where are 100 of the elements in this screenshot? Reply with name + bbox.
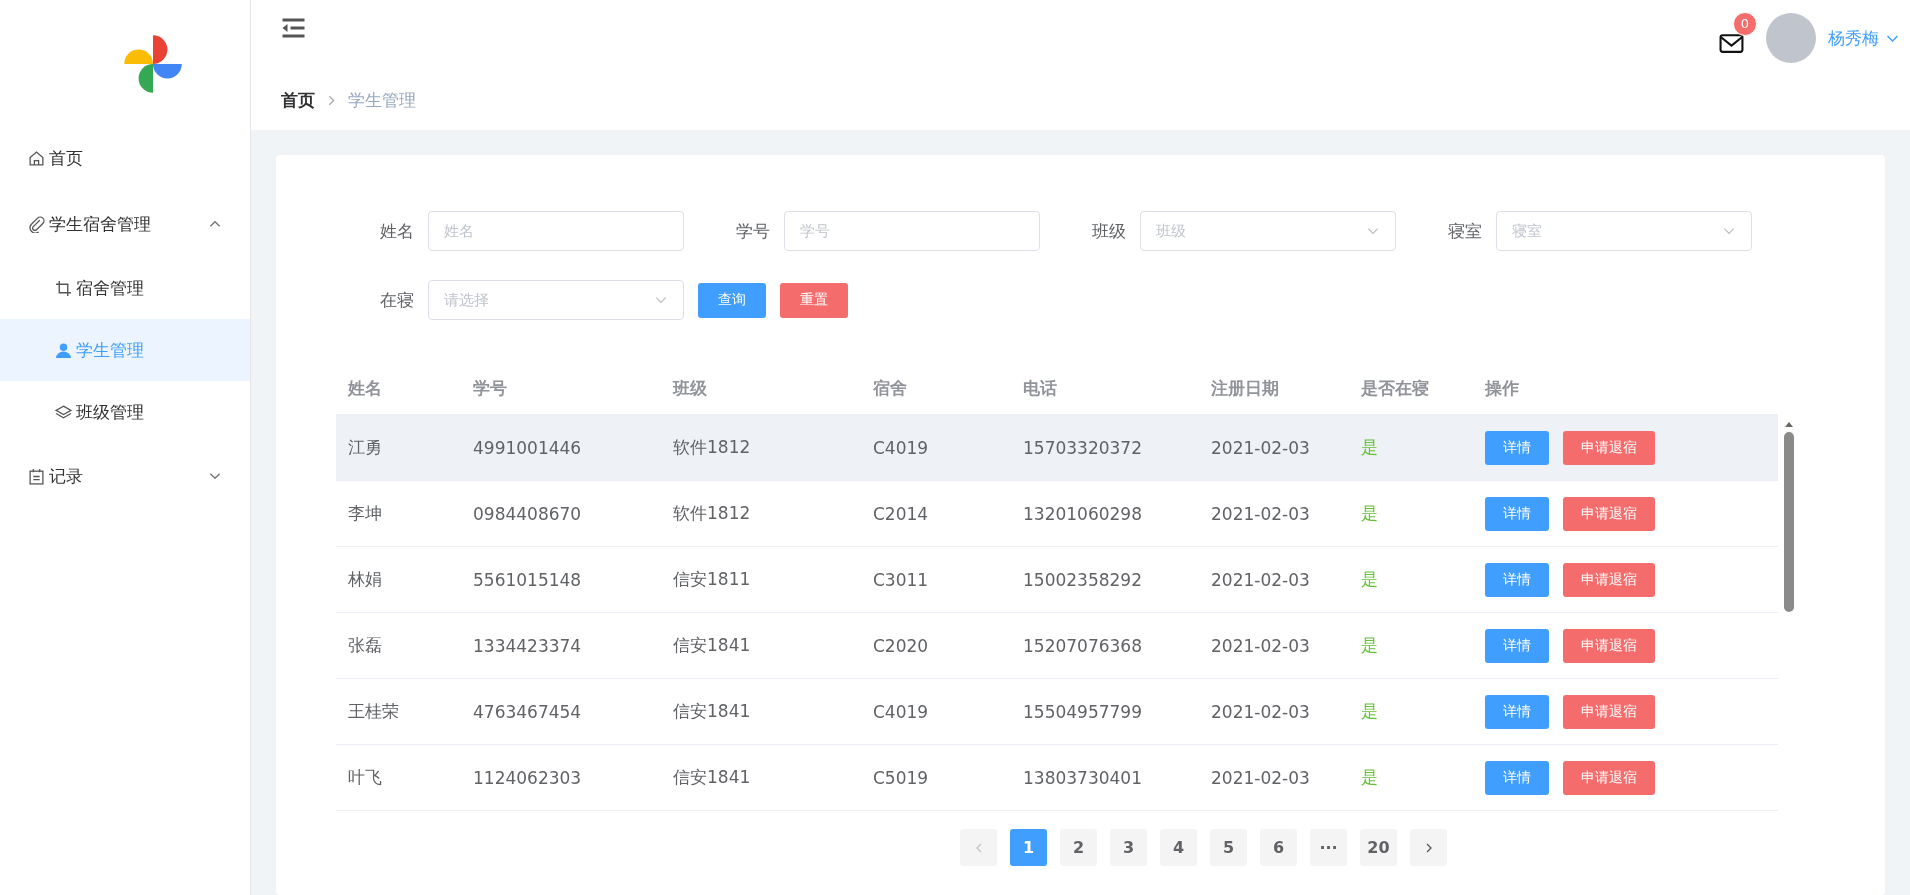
details-button[interactable]: 详情 <box>1485 760 1549 795</box>
column-header: 学号 <box>472 376 508 400</box>
menu-item[interactable]: 学生管理 <box>0 319 250 381</box>
calendar-icon <box>28 467 45 485</box>
page-button[interactable]: 3 <box>1110 829 1147 866</box>
table-cell-text: C5019 <box>872 767 930 788</box>
table-cell-text: 4991001446 <box>472 437 583 458</box>
breadcrumb-item: 学生管理 <box>348 88 416 112</box>
table-row[interactable]: 林娟 5561015148 信安1811 C3011 15002358292 2021-02-03 是 详情 申请退宿 <box>336 547 1778 613</box>
table-cell-text: 林娟 <box>347 568 383 591</box>
table-cell-text: 张磊 <box>347 634 383 657</box>
notification-badge: 0 <box>1733 11 1757 36</box>
table-cell-text: 4763467454 <box>472 701 583 722</box>
table-cell-text: 是 <box>1360 436 1379 459</box>
user-menu[interactable]: 杨秀梅 <box>1828 26 1879 50</box>
column-header: 姓名 <box>346 376 383 400</box>
column-header: 宿舍 <box>872 376 908 400</box>
table-cell-text: 李坤 <box>347 502 383 525</box>
breadcrumb-item[interactable]: 首页 <box>281 88 315 112</box>
table-cell-text: 是 <box>1360 700 1379 723</box>
field-label: 姓名 <box>379 219 415 243</box>
details-button[interactable]: 详情 <box>1485 628 1549 663</box>
details-button[interactable]: 详情 <box>1485 430 1549 465</box>
table-cell-text: 2021-02-03 <box>1210 569 1311 590</box>
table-cell-text: 信安1841 <box>672 766 752 789</box>
menu-item[interactable]: 记录 <box>0 443 250 509</box>
checkout-button[interactable]: 申请退宿 <box>1563 760 1655 795</box>
table-cell-text: 软件1812 <box>672 502 752 525</box>
field-label: 在寝 <box>379 288 415 312</box>
table-cell-text: 2021-02-03 <box>1210 503 1311 524</box>
checkout-button[interactable]: 申请退宿 <box>1563 430 1655 465</box>
table-cell-text: 15207076368 <box>1022 635 1143 656</box>
page-button[interactable]: 2 <box>1060 829 1097 866</box>
table-cell-text: 1124062303 <box>472 767 583 788</box>
table-cell-text: 信安1811 <box>672 568 752 591</box>
scroll-up-icon[interactable] <box>1784 420 1794 428</box>
table-cell-text: C4019 <box>872 701 930 722</box>
table-row[interactable]: 张磊 1334423374 信安1841 C2020 15207076368 2021-02-03 是 详情 申请退宿 <box>336 613 1778 679</box>
table-cell-text: 15703320372 <box>1022 437 1143 458</box>
checkout-button[interactable]: 申请退宿 <box>1563 694 1655 729</box>
table-row[interactable]: 江勇 4991001446 软件1812 C4019 15703320372 2021-02-03 是 详情 申请退宿 <box>336 414 1778 481</box>
select-field[interactable]: 请选择 <box>428 280 684 320</box>
table-cell-text: 2021-02-03 <box>1210 767 1311 788</box>
table-cell-text: 2021-02-03 <box>1210 701 1311 722</box>
table-cell-text: 5561015148 <box>472 569 583 590</box>
page-button[interactable]: 20 <box>1360 829 1397 866</box>
layers-icon <box>55 403 72 421</box>
table-cell-text: 信安1841 <box>672 700 752 723</box>
user-icon <box>55 341 72 359</box>
field-label: 学号 <box>735 219 771 243</box>
menu-item[interactable]: 宿舍管理 <box>0 257 250 319</box>
checkout-button[interactable]: 申请退宿 <box>1563 496 1655 531</box>
page-button[interactable]: 1 <box>1010 829 1047 866</box>
page-button[interactable]: 5 <box>1210 829 1247 866</box>
page-button[interactable]: ··· <box>1310 829 1347 866</box>
menu-item[interactable]: 首页 <box>0 125 250 191</box>
table-cell-text: 叶飞 <box>347 766 383 789</box>
table-cell-text: 是 <box>1360 502 1379 525</box>
field-label: 寝室 <box>1447 219 1483 243</box>
field-label: 班级 <box>1091 219 1127 243</box>
table-cell-text: C4019 <box>872 437 930 458</box>
column-header: 班级 <box>671 376 708 400</box>
paperclip-icon <box>28 215 45 233</box>
column-header: 是否在寝 <box>1360 376 1430 400</box>
table-cell-text: 2021-02-03 <box>1210 437 1311 458</box>
table-cell-text: 13201060298 <box>1022 503 1143 524</box>
page-button[interactable]: 4 <box>1160 829 1197 866</box>
table-cell-text: C2014 <box>872 503 930 524</box>
mail-icon[interactable] <box>1719 32 1744 54</box>
table-cell-text: 13803730401 <box>1022 767 1143 788</box>
reset-button[interactable]: 重置 <box>780 282 848 318</box>
page-button[interactable]: 6 <box>1260 829 1297 866</box>
table-cell-text: C2020 <box>872 635 930 656</box>
input-field[interactable]: 学号 <box>784 211 1040 251</box>
table-row[interactable]: 李坤 0984408670 软件1812 C2014 13201060298 2021-02-03 是 详情 申请退宿 <box>336 481 1778 547</box>
select-field[interactable]: 寝室 <box>1496 211 1752 251</box>
table-cell-text: 是 <box>1360 766 1379 789</box>
table-cell-text: 软件1812 <box>672 436 752 459</box>
table-cell-text: 是 <box>1360 634 1379 657</box>
table-cell-text: 江勇 <box>347 436 383 459</box>
column-header: 注册日期 <box>1210 376 1280 400</box>
table-row[interactable]: 叶飞 1124062303 信安1841 C5019 13803730401 2021-02-03 是 详情 申请退宿 <box>336 745 1778 811</box>
checkout-button[interactable]: 申请退宿 <box>1563 562 1655 597</box>
select-field[interactable]: 班级 <box>1140 211 1396 251</box>
menu-toggle-icon[interactable] <box>281 18 306 38</box>
column-header: 操作 <box>1483 376 1520 400</box>
checkout-button[interactable]: 申请退宿 <box>1563 628 1655 663</box>
details-button[interactable]: 详情 <box>1485 496 1549 531</box>
table-cell-text: C3011 <box>872 569 930 590</box>
table-cell-text: 是 <box>1360 568 1379 591</box>
avatar <box>1766 13 1816 63</box>
menu-item[interactable]: 班级管理 <box>0 381 250 443</box>
table-row[interactable]: 王桂荣 4763467454 信安1841 C4019 15504957799 2021-02-03 是 详情 申请退宿 <box>336 679 1778 745</box>
input-field[interactable]: 姓名 <box>428 211 684 251</box>
menu-item[interactable]: 学生宿舍管理 <box>0 191 250 257</box>
details-button[interactable]: 详情 <box>1485 694 1549 729</box>
table-cell-text: 15002358292 <box>1022 569 1143 590</box>
table-cell-text: 2021-02-03 <box>1210 635 1311 656</box>
search-button[interactable]: 查询 <box>698 282 766 318</box>
details-button[interactable]: 详情 <box>1485 562 1549 597</box>
